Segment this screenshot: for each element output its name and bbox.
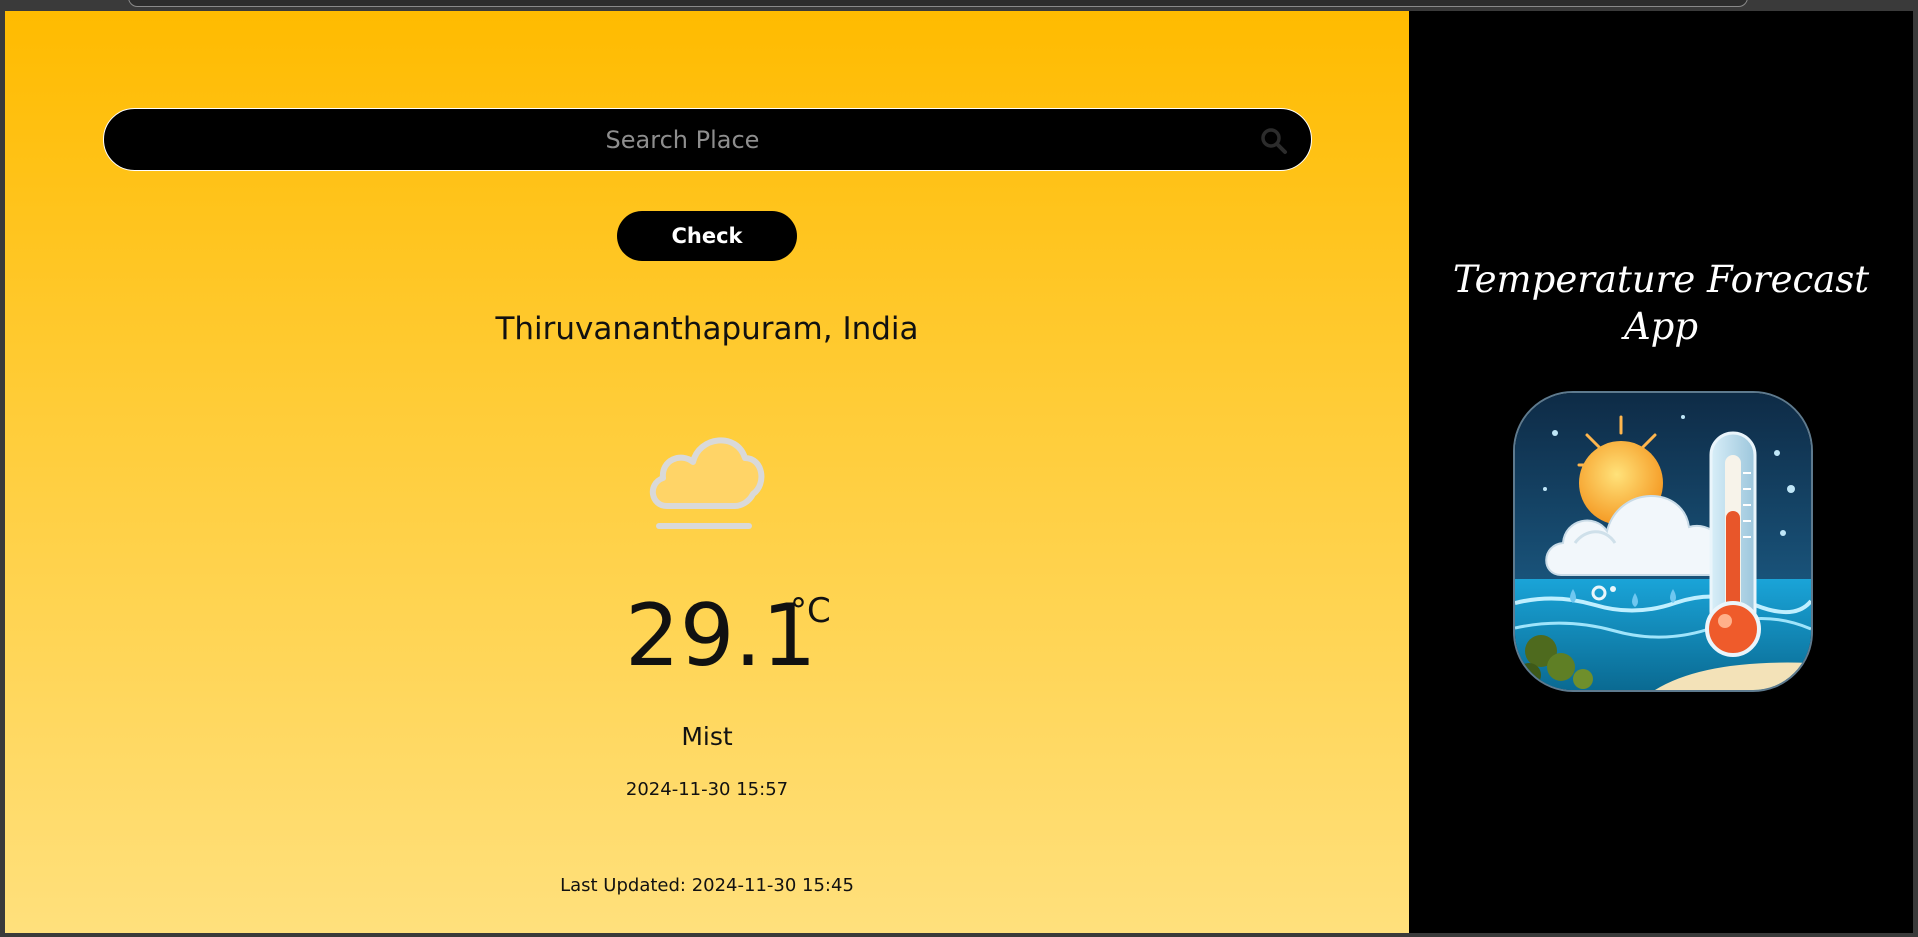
temperature-unit: °C — [790, 591, 831, 631]
location-name: Thiruvananthapuram, India — [495, 311, 919, 347]
app-title-line1: Temperature Forecast — [1452, 258, 1870, 301]
weather-panel: Check Thiruvananthapuram, India 29.1 °C … — [5, 11, 1409, 933]
check-button[interactable]: Check — [617, 211, 797, 261]
mist-cloud-icon — [641, 414, 773, 542]
local-time: 2024-11-30 15:57 — [625, 779, 789, 800]
search-bar — [103, 108, 1312, 171]
browser-address-bar — [128, 0, 1748, 7]
app-info-panel: Temperature Forecast App — [1409, 11, 1913, 933]
search-input[interactable] — [134, 109, 1231, 170]
weather-thermometer-logo — [1513, 391, 1813, 692]
temperature-display: 29.1 °C — [625, 581, 831, 691]
search-icon[interactable] — [1259, 126, 1289, 156]
app-title-line2: App — [1623, 305, 1699, 348]
app-title: Temperature Forecast App — [1409, 256, 1913, 350]
last-updated: Last Updated: 2024-11-30 15:45 — [560, 875, 854, 896]
weather-description: Mist — [681, 722, 733, 751]
temperature-value: 29.1 — [625, 586, 817, 686]
